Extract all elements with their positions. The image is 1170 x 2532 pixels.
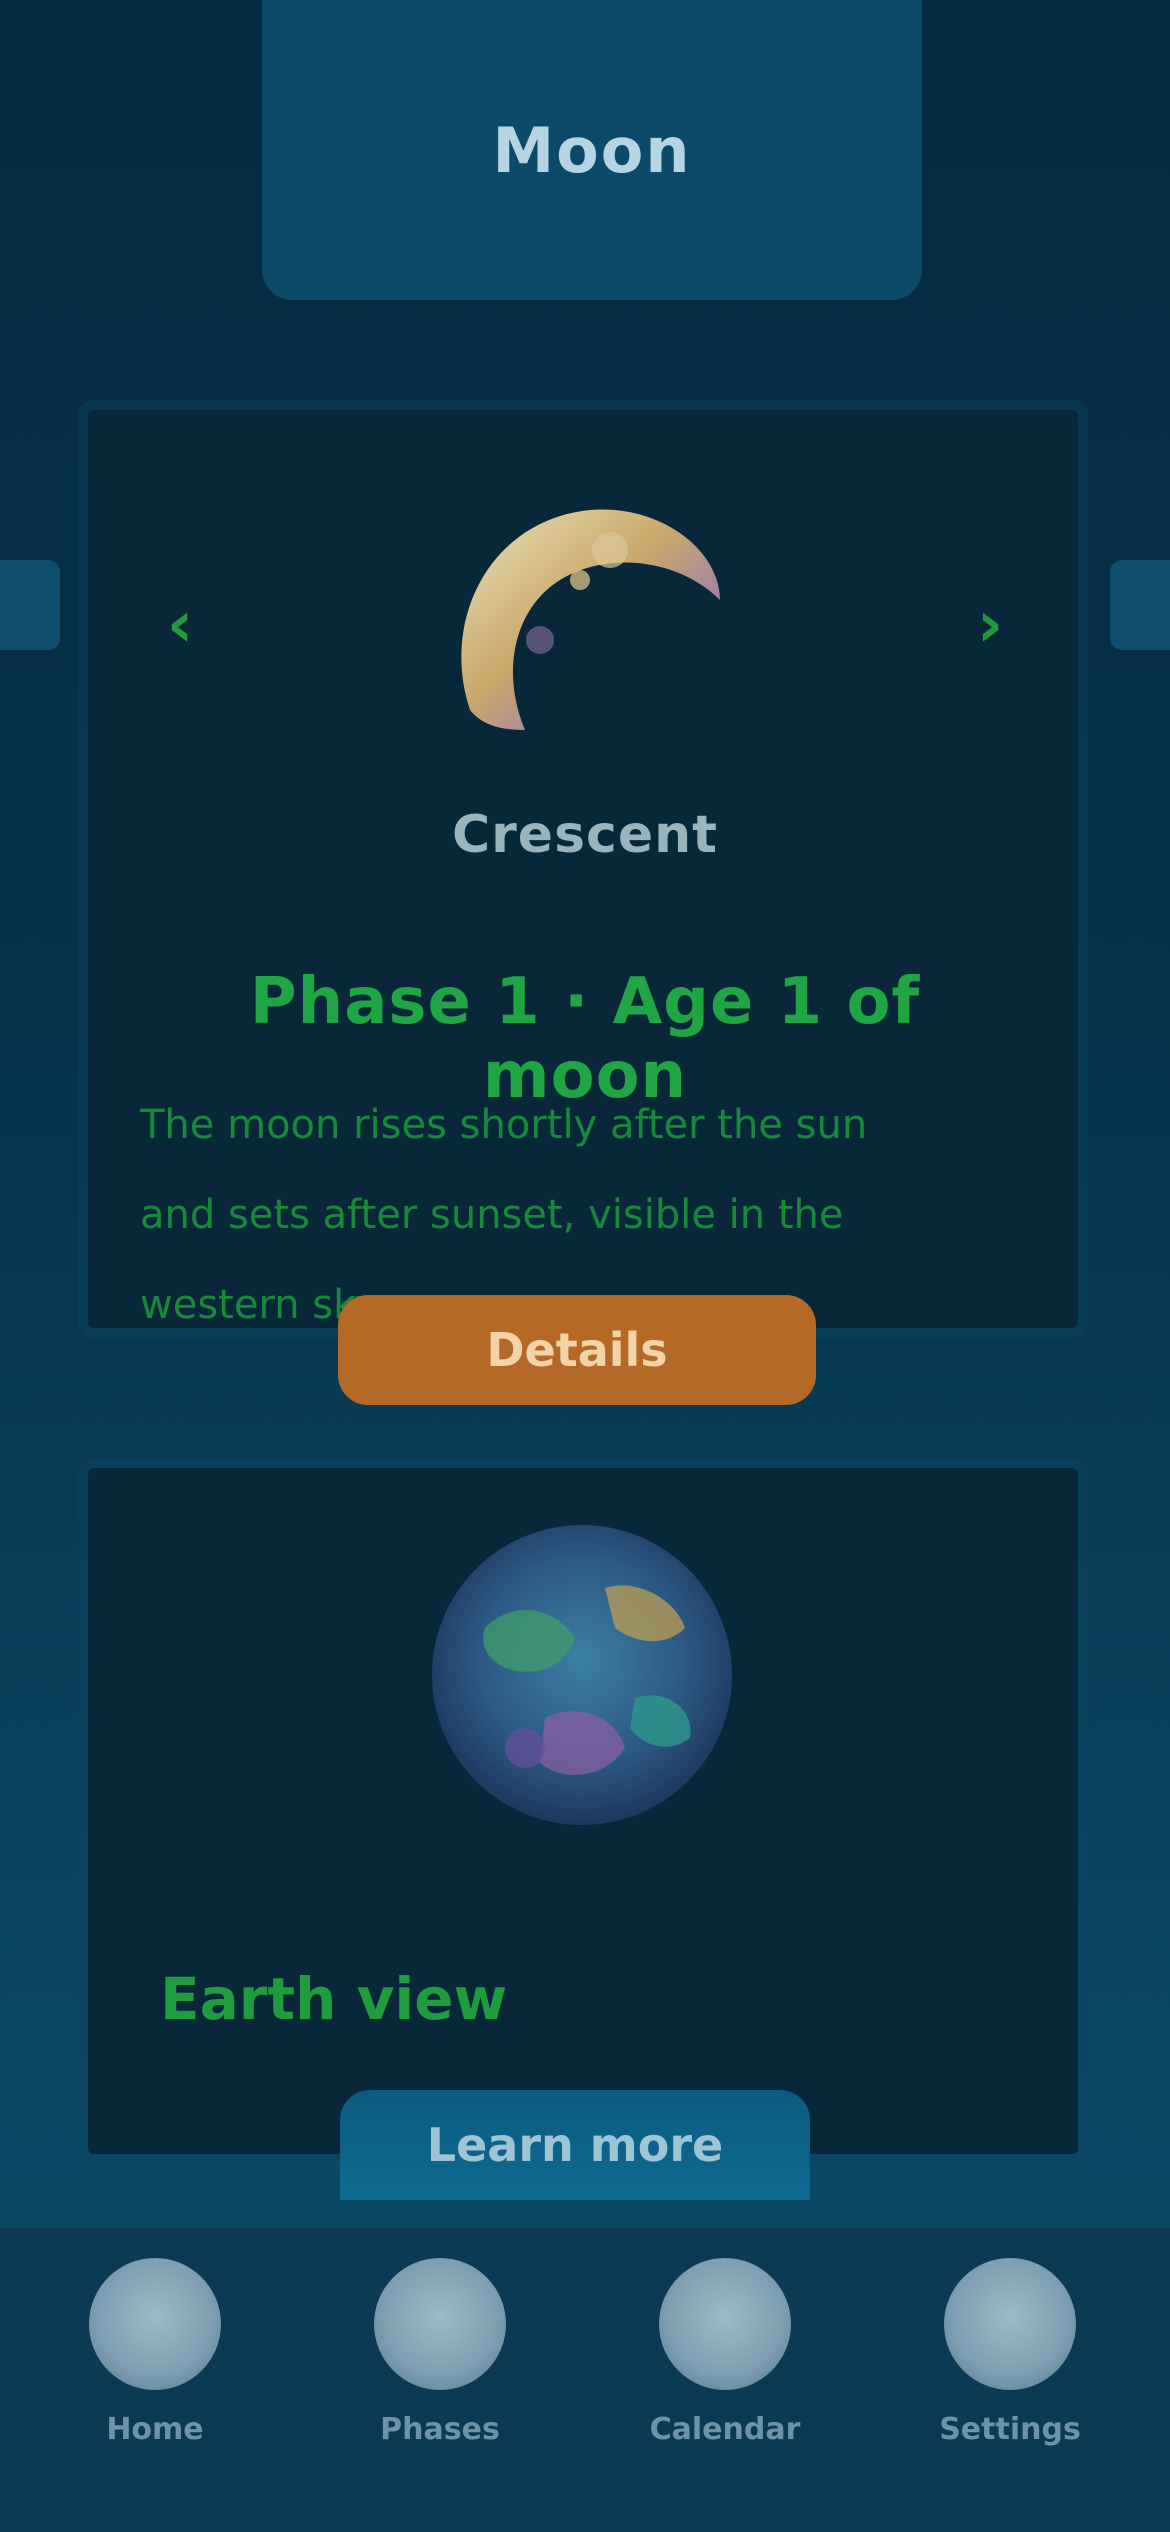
settings-icon (944, 2258, 1076, 2390)
nav-label-calendar: Calendar (649, 2412, 801, 2447)
details-button[interactable]: Details (338, 1295, 816, 1405)
nav-label-settings: Settings (939, 2412, 1081, 2447)
header-title: Moon (492, 113, 692, 187)
moon-phase-name: Crescent (452, 805, 718, 865)
phases-icon (374, 2258, 506, 2390)
globe-image (432, 1525, 732, 1825)
right-edge-tab[interactable] (1110, 560, 1170, 650)
top-header: Moon (262, 0, 922, 300)
home-icon (89, 2258, 221, 2390)
nav-label-home: Home (106, 2412, 204, 2447)
learn-more-button[interactable]: Learn more (340, 2090, 810, 2200)
previous-arrow-glyph: ‹ (166, 588, 194, 662)
moon-image (461, 509, 720, 730)
next-arrow-icon[interactable]: › (960, 580, 1020, 670)
nav-item-phases[interactable]: Phases (340, 2258, 540, 2488)
bottom-navigation: Home Phases Calendar Settings (0, 2228, 1170, 2532)
earth-view-subtitle: Earth view (160, 1965, 508, 2033)
left-edge-tab[interactable] (0, 560, 60, 650)
calendar-icon (659, 2258, 791, 2390)
previous-arrow-icon[interactable]: ‹ (150, 580, 210, 670)
nav-item-home[interactable]: Home (55, 2258, 255, 2488)
nav-item-settings[interactable]: Settings (910, 2258, 1110, 2488)
next-arrow-glyph: › (976, 588, 1004, 662)
nav-item-calendar[interactable]: Calendar (625, 2258, 825, 2488)
nav-label-phases: Phases (380, 2412, 500, 2447)
